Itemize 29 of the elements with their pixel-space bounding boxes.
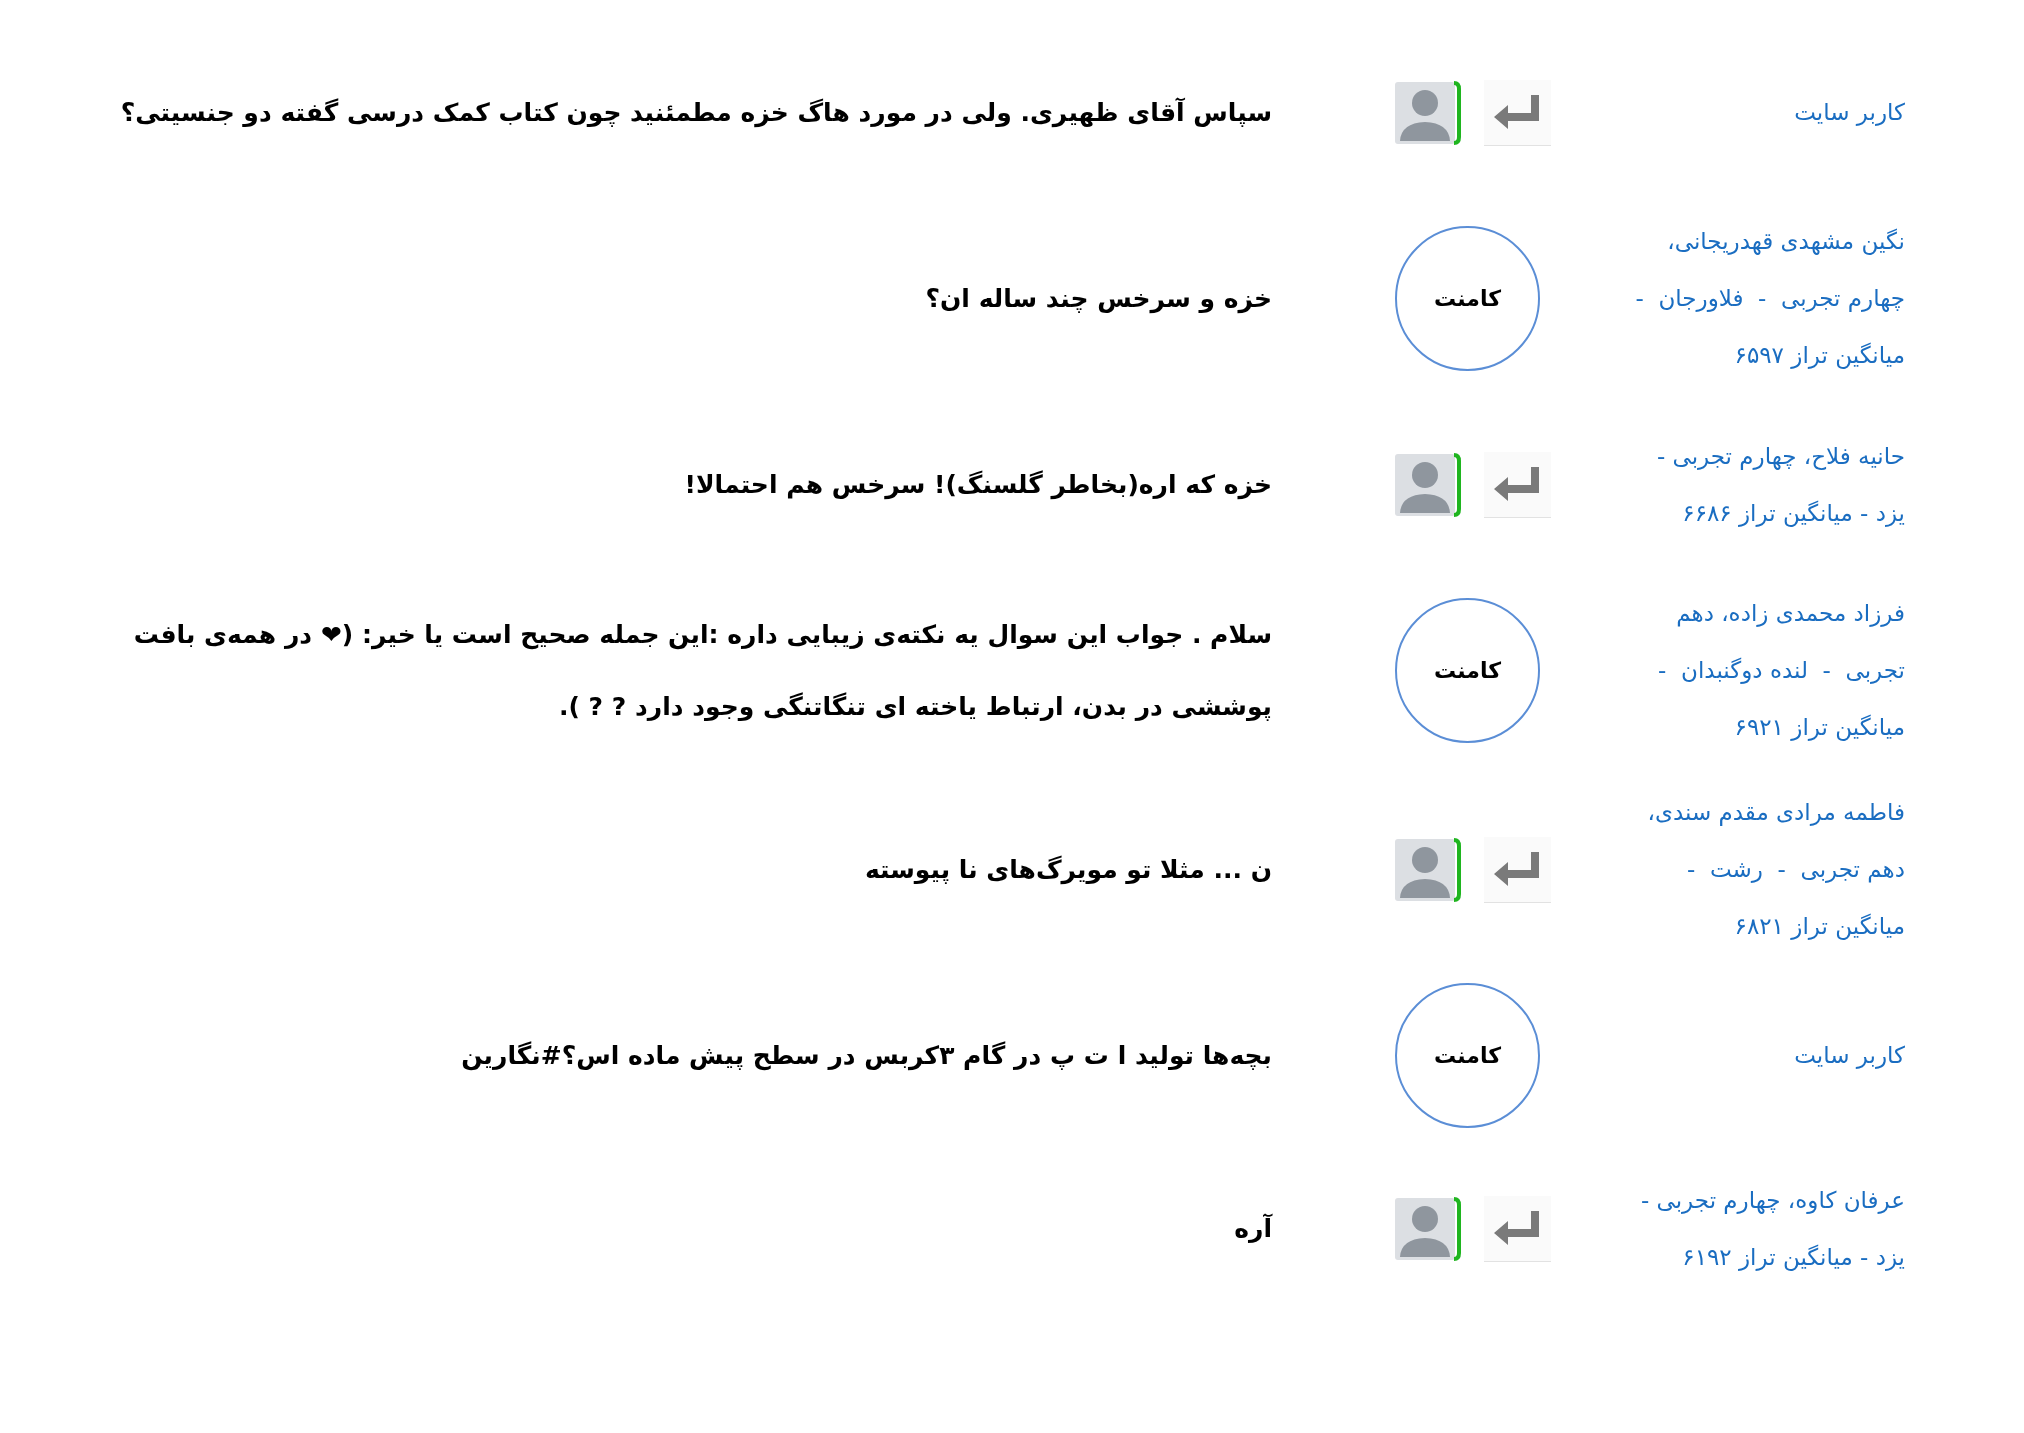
comment-text: خزه که اره(بخاطر گلسنگ)! سرخس هم احتمالا! [684, 468, 1272, 502]
return-arrow-icon [1493, 1209, 1542, 1247]
reply-button[interactable] [1484, 79, 1551, 146]
avatar-icon [1395, 450, 1463, 519]
comment-button[interactable]: کامنت [1395, 598, 1540, 743]
return-arrow-icon [1493, 93, 1542, 131]
avatar-icon [1395, 78, 1463, 147]
comment-button[interactable]: کامنت [1395, 226, 1540, 371]
reply-button[interactable] [1484, 836, 1551, 903]
author-link[interactable]: فاطمه مرادی مقدم سندی، دهم تجربی - رشت - میانگین تراز ۶۸۲۱ [1647, 784, 1905, 955]
author-link[interactable]: حانیه فلاح، چهارم تجربی - یزد - میانگین تراز ۶۶۸۶ [1656, 427, 1905, 542]
reply-button[interactable] [1484, 451, 1551, 518]
comment-text: سپاس آقای ظهیری. ولی در مورد هاگ خزه مطمئنید چون کتاب کمک درسی گفته دو جنسیتی؟ [120, 96, 1272, 130]
comment-text: ن ... مثلا تو مویرگ‌های نا پیوسته [864, 853, 1272, 887]
reply-button[interactable] [1484, 1195, 1551, 1262]
return-arrow-icon [1493, 850, 1542, 888]
comment-button[interactable]: کامنت [1395, 983, 1540, 1128]
author-link[interactable]: عرفان کاوه، چهارم تجربی - یزد - میانگین تراز ۶۱۹۲ [1640, 1171, 1905, 1286]
comment-text: سلام . جواب این سوال یه نکته‌ی زیبایی داره :این جمله صحیح است یا خیر: (❤ در همه‌ی بافت پوششی در بدن، ارتباط یاخته ای تنگاتنگی وجود دارد ? ? ). [133, 618, 1272, 723]
comment-text: آره [1234, 1212, 1272, 1245]
author-link[interactable]: کاربر سایت [1794, 1027, 1905, 1084]
author-link[interactable]: کاربر سایت [1794, 84, 1905, 141]
return-arrow-icon [1493, 465, 1542, 503]
comment-text: خزه و سرخس چند ساله ان؟ [925, 282, 1272, 316]
avatar-icon [1395, 835, 1463, 904]
avatar-icon [1395, 1194, 1463, 1263]
author-link[interactable]: فرزاد محمدی زاده، دهم تجربی - لنده دوگنبدان - میانگین تراز ۶۹۲۱ [1658, 585, 1905, 756]
comment-text: بچه‌ها تولید ا ت پ در گام ۳کربس در سطح پیش ماده اس؟#نگارین [461, 1039, 1272, 1073]
author-link[interactable]: نگین مشهدی قهدریجانی، چهارم تجربی - فلاورجان - میانگین تراز ۶۵۹۷ [1635, 213, 1905, 384]
